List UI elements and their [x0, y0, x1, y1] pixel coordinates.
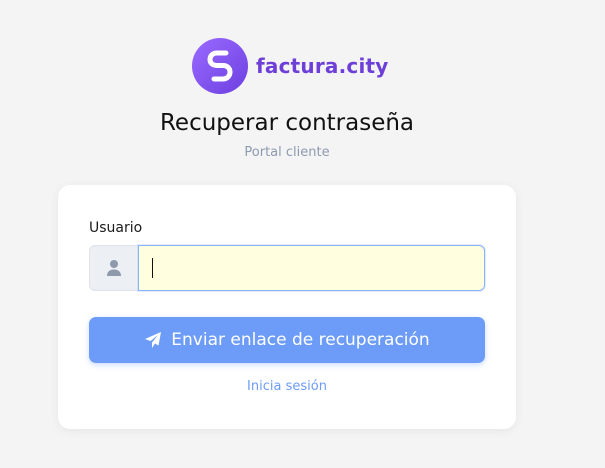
text-cursor — [152, 258, 153, 278]
send-recovery-link-label: Enviar enlace de recuperación — [171, 330, 430, 350]
login-link[interactable]: Inicia sesión — [58, 379, 516, 394]
send-icon — [144, 331, 162, 349]
user-icon — [89, 245, 138, 291]
page-subtitle: Portal cliente — [244, 145, 330, 160]
brand: factura.city — [192, 38, 389, 94]
recover-form-card: Usuario Enviar enlace de recuperación In… — [58, 185, 516, 429]
username-input-group — [89, 245, 485, 291]
factura-city-logo-icon — [192, 38, 248, 94]
username-label: Usuario — [89, 220, 143, 236]
recover-password-page: factura.city Recuperar contraseña Portal… — [0, 0, 605, 468]
send-recovery-link-button[interactable]: Enviar enlace de recuperación — [89, 317, 485, 363]
brand-name: factura.city — [256, 54, 389, 78]
username-input[interactable] — [138, 245, 485, 291]
page-title: Recuperar contraseña — [159, 110, 415, 136]
